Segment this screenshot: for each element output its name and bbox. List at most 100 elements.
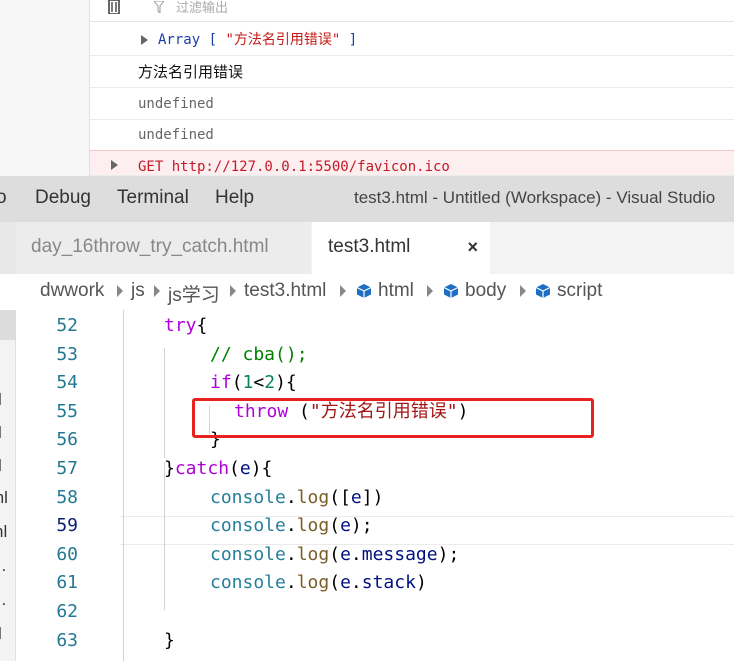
menu-go[interactable]: o [0,187,7,209]
breadcrumb-dwwork[interactable]: dwwork [40,280,104,302]
breadcrumb-html[interactable]: html [378,280,414,302]
code-text: // cba(); [210,340,308,369]
code-token: e [340,515,351,537]
code-editor[interactable]: 52 try{53// cba(); 54 if(1<2){55 throw ("方法名… [16,310,734,661]
console-message-text: 方法名引用错误 [138,63,244,81]
breadcrumb-file[interactable]: test3.html [244,280,326,302]
expand-triangle-icon[interactable] [111,160,118,170]
trash-icon[interactable] [106,0,122,14]
code-token: ); [437,543,460,565]
code-line[interactable]: 58 console.log([e]) [16,483,734,512]
code-token: . [350,543,362,565]
tab-bar-edge [0,222,16,274]
code-line[interactable]: 59 console.log(e); [16,511,734,540]
expand-triangle-icon[interactable] [141,35,148,45]
code-token: log [296,515,330,537]
code-text: console.log(e); [210,511,373,540]
console-row-array[interactable]: Array [ "方法名引用错误" ] [90,24,734,56]
element-cube-icon [356,284,372,298]
code-token: ){ [275,372,297,394]
menu-debug[interactable]: Debug [35,187,91,209]
line-number: 61 [56,572,78,594]
breadcrumb-js[interactable]: js [131,280,145,302]
explorer-item[interactable]: nl [0,522,7,542]
close-icon[interactable]: × [467,222,478,272]
explorer-item[interactable]: ... [0,556,6,576]
code-token: console [210,572,286,594]
filter-input[interactable]: 过滤输出 [176,0,228,16]
code-token: ); [350,515,373,537]
console-undefined-text: undefined [138,96,214,112]
code-token: catch [174,458,230,479]
code-text: } [164,626,175,655]
line-number: 57 [56,458,78,479]
explorer-item[interactable]: ... [0,590,6,610]
code-token: message [361,543,438,565]
code-token: ( [329,572,341,594]
code-token: } [164,629,175,651]
filter-icon [154,1,164,13]
code-token: ){ [250,458,273,479]
code-token: ) [415,572,427,594]
code-line[interactable]: 52 try{ [16,311,734,340]
explorer-item[interactable]: l [0,624,2,644]
menu-terminal[interactable]: Terminal [117,187,189,209]
code-token: 1 [242,372,254,394]
code-token: 2 [264,372,276,394]
element-cube-icon [443,284,459,298]
console-row-message: 方法名引用错误 [90,56,734,88]
code-line[interactable]: 57 }catch(e){ [16,454,734,483]
code-token: console [210,486,286,508]
code-line[interactable]: 54 if(1<2){ [16,368,734,397]
code-line[interactable]: 53 // cba(); [16,340,734,369]
code-token: log [296,572,330,594]
chevron-right-icon [154,285,160,297]
line-number: 63 [56,629,78,651]
explorer-header [0,310,16,340]
chevron-right-icon [340,285,346,297]
breadcrumb-js-study[interactable]: js学习 [168,280,220,307]
code-line[interactable]: 63} [16,626,734,655]
array-prefix: Array [ [158,32,226,48]
explorer-item[interactable]: l [0,390,2,410]
code-line[interactable]: 61 console.log(e.stack) [16,568,734,597]
chevron-right-icon [230,285,236,297]
console-row-undefined: undefined [90,88,734,120]
line-number: 53 [56,343,78,365]
code-token: ( [231,372,243,394]
code-line[interactable]: 62 [16,597,734,626]
code-text: }catch(e){ [164,454,272,483]
console-sidebar [0,0,90,176]
code-token: log [296,543,330,565]
code-token: . [350,572,362,594]
code-token: ]) [361,486,384,508]
breadcrumb-body[interactable]: body [465,280,506,302]
code-token: e [350,486,362,508]
console-row-error[interactable]: GET http://127.0.0.1:5500/favicon.ico [90,150,734,176]
breadcrumb-script[interactable]: script [557,280,602,302]
explorer-item[interactable]: l [0,456,2,476]
code-token: . [285,572,297,594]
console-undefined-text: undefined [138,127,214,143]
code-text: console.log(e.stack) [210,568,427,597]
explorer-panel: l l l ml nl ... ... l [0,310,16,661]
line-number: 60 [56,543,78,565]
chevron-right-icon [520,285,526,297]
explorer-item[interactable]: l [0,423,2,443]
explorer-item[interactable]: ml [0,488,8,508]
code-token: . [285,486,297,508]
code-token: if [210,372,232,394]
code-text: if(1<2){ [210,368,297,397]
code-line[interactable]: 60 console.log(e.message); [16,540,734,569]
vscode-window: o Debug Terminal Help test3.html - Untit… [0,176,734,661]
code-token: try [164,315,197,336]
code-token: stack [361,572,416,594]
annotation-highlight-box [192,398,594,438]
window-title: test3.html - Untitled (Workspace) - Visu… [354,188,716,207]
menu-help[interactable]: Help [215,187,254,209]
code-token: { [196,315,208,336]
tab-day16[interactable]: day_16throw_try_catch.html [16,222,312,274]
tab-test3[interactable]: test3.html × [312,222,490,274]
tab-label: day_16throw_try_catch.html [31,236,269,257]
code-token: console [210,515,286,537]
